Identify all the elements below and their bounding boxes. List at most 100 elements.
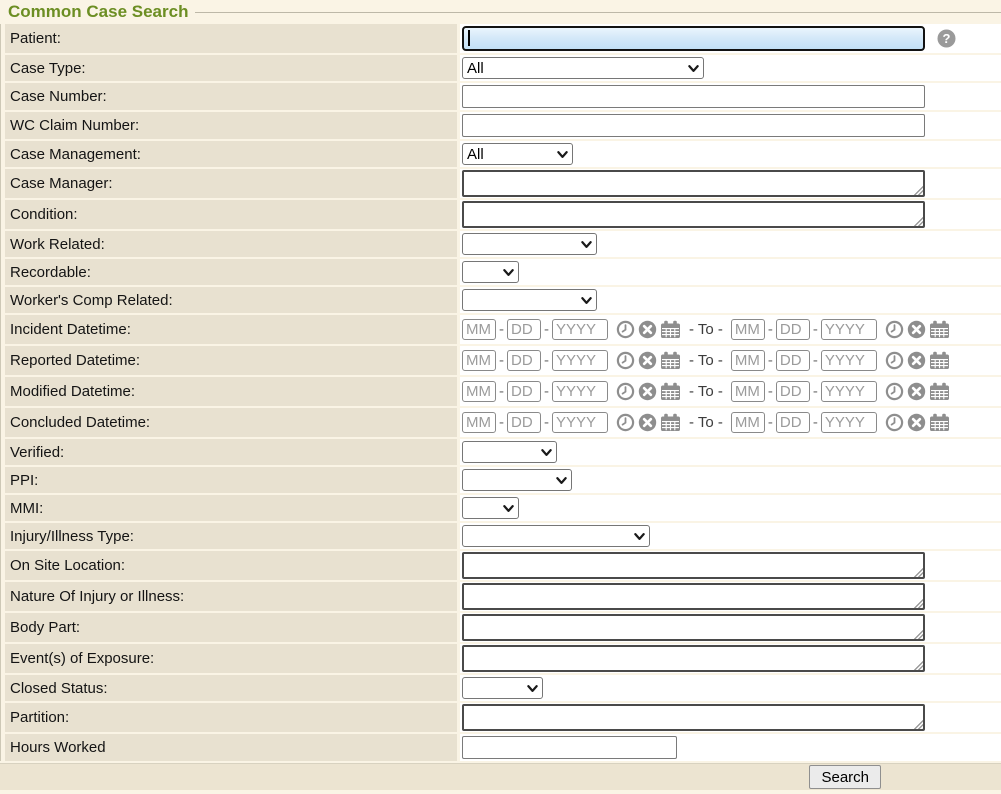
- form-row-verified: Verified:: [5, 439, 1001, 465]
- clock-icon[interactable]: [616, 320, 635, 339]
- calendar-icon[interactable]: [660, 413, 681, 432]
- clock-icon[interactable]: [885, 351, 904, 370]
- resize-grip-icon[interactable]: [913, 660, 923, 670]
- modified-datetime-from-day-input[interactable]: [507, 381, 541, 402]
- case-management-select[interactable]: All: [462, 143, 573, 165]
- clock-icon[interactable]: [616, 351, 635, 370]
- ppi-select[interactable]: [462, 469, 572, 491]
- modified-datetime-to-day-input[interactable]: [776, 381, 810, 402]
- mmi-select[interactable]: [462, 497, 519, 519]
- events-of-exposure-textarea[interactable]: [462, 645, 925, 672]
- clear-icon[interactable]: [638, 413, 657, 432]
- clock-icon[interactable]: [885, 413, 904, 432]
- incident-datetime-to-day-input[interactable]: [776, 319, 810, 340]
- hours-worked-input[interactable]: [462, 736, 677, 759]
- modified-datetime-from-year-input[interactable]: [552, 381, 608, 402]
- clock-icon[interactable]: [616, 413, 635, 432]
- calendar-icon[interactable]: [660, 351, 681, 370]
- verified-input-cell: [460, 439, 1001, 465]
- clear-icon[interactable]: [638, 351, 657, 370]
- calendar-icon[interactable]: [660, 382, 681, 401]
- reported-datetime-input-cell: --- To ---: [460, 346, 1001, 375]
- clock-icon[interactable]: [885, 382, 904, 401]
- modified-datetime-to-month-input[interactable]: [731, 381, 765, 402]
- footer-bar: Search: [0, 763, 1001, 790]
- form-row-case-type: Case Type:All: [5, 55, 1001, 81]
- reported-datetime-to-month-input[interactable]: [731, 350, 765, 371]
- incident-datetime-from-year-input[interactable]: [552, 319, 608, 340]
- reported-datetime-from-year-input[interactable]: [552, 350, 608, 371]
- case-number-input[interactable]: [462, 85, 925, 108]
- concluded-datetime-from-month-input[interactable]: [462, 412, 496, 433]
- concluded-datetime-to-year-input[interactable]: [821, 412, 877, 433]
- concluded-datetime-from-year-input[interactable]: [552, 412, 608, 433]
- recordable-select[interactable]: [462, 261, 519, 283]
- reported-datetime-to-day-input[interactable]: [776, 350, 810, 371]
- partition-textarea[interactable]: [462, 704, 925, 731]
- form-row-work-related: Work Related:: [5, 231, 1001, 257]
- clear-icon[interactable]: [907, 413, 926, 432]
- resize-grip-icon[interactable]: [913, 629, 923, 639]
- incident-datetime-to-year-input[interactable]: [821, 319, 877, 340]
- clear-icon[interactable]: [638, 382, 657, 401]
- calendar-icon[interactable]: [660, 320, 681, 339]
- clear-icon[interactable]: [907, 382, 926, 401]
- resize-grip-icon[interactable]: [913, 567, 923, 577]
- clear-icon[interactable]: [907, 320, 926, 339]
- verified-label: Verified:: [5, 439, 457, 465]
- nature-of-injury-or-illness-textarea[interactable]: [462, 583, 925, 610]
- reported-datetime-from-month-input[interactable]: [462, 350, 496, 371]
- case-type-select[interactable]: All: [462, 57, 704, 79]
- clock-icon[interactable]: [885, 320, 904, 339]
- panel-header: Common Case Search: [0, 0, 1001, 24]
- concluded-datetime-to-day-input[interactable]: [776, 412, 810, 433]
- modified-datetime-to-year-input[interactable]: [821, 381, 877, 402]
- resize-grip-icon[interactable]: [913, 598, 923, 608]
- partition-input-cell: [460, 703, 1001, 732]
- clear-icon[interactable]: [907, 351, 926, 370]
- condition-label: Condition:: [5, 200, 457, 229]
- resize-grip-icon[interactable]: [913, 216, 923, 226]
- resize-grip-icon[interactable]: [913, 719, 923, 729]
- case-manager-input-cell: [460, 169, 1001, 198]
- date-field-separator: -: [813, 414, 818, 431]
- verified-select[interactable]: [462, 441, 557, 463]
- case-manager-textarea[interactable]: [462, 170, 925, 197]
- events-of-exposure-label: Event(s) of Exposure:: [5, 644, 457, 673]
- work-related-label: Work Related:: [5, 231, 457, 257]
- work-related-select[interactable]: [462, 233, 597, 255]
- workers-comp-related-select[interactable]: [462, 289, 597, 311]
- body-part-textarea[interactable]: [462, 614, 925, 641]
- incident-datetime-to-month-input[interactable]: [731, 319, 765, 340]
- modified-datetime-from-month-input[interactable]: [462, 381, 496, 402]
- resize-grip-icon[interactable]: [913, 185, 923, 195]
- body-part-label: Body Part:: [5, 613, 457, 642]
- closed-status-select[interactable]: [462, 677, 543, 699]
- page-title: Common Case Search: [8, 2, 188, 22]
- clock-icon[interactable]: [616, 382, 635, 401]
- patient-input[interactable]: [462, 26, 925, 51]
- incident-datetime-from-day-input[interactable]: [507, 319, 541, 340]
- search-button[interactable]: Search: [809, 765, 881, 789]
- incident-datetime-from-month-input[interactable]: [462, 319, 496, 340]
- help-icon[interactable]: ?: [937, 29, 956, 48]
- condition-textarea[interactable]: [462, 201, 925, 228]
- concluded-datetime-from-day-input[interactable]: [507, 412, 541, 433]
- on-site-location-textarea[interactable]: [462, 552, 925, 579]
- concluded-datetime-from-date-group: --: [462, 412, 681, 433]
- concluded-datetime-to-month-input[interactable]: [731, 412, 765, 433]
- form-row-hours-worked: Hours Worked: [5, 734, 1001, 761]
- date-field-separator: -: [813, 383, 818, 400]
- date-field-separator: -: [544, 414, 549, 431]
- calendar-icon[interactable]: [929, 320, 950, 339]
- calendar-icon[interactable]: [929, 413, 950, 432]
- clear-icon[interactable]: [638, 320, 657, 339]
- calendar-icon[interactable]: [929, 351, 950, 370]
- calendar-icon[interactable]: [929, 382, 950, 401]
- form-row-ppi: PPI:: [5, 467, 1001, 493]
- nature-of-injury-or-illness-input-cell: [460, 582, 1001, 611]
- reported-datetime-from-day-input[interactable]: [507, 350, 541, 371]
- injury-illness-type-select[interactable]: [462, 525, 650, 547]
- reported-datetime-to-year-input[interactable]: [821, 350, 877, 371]
- wc-claim-number-input[interactable]: [462, 114, 925, 137]
